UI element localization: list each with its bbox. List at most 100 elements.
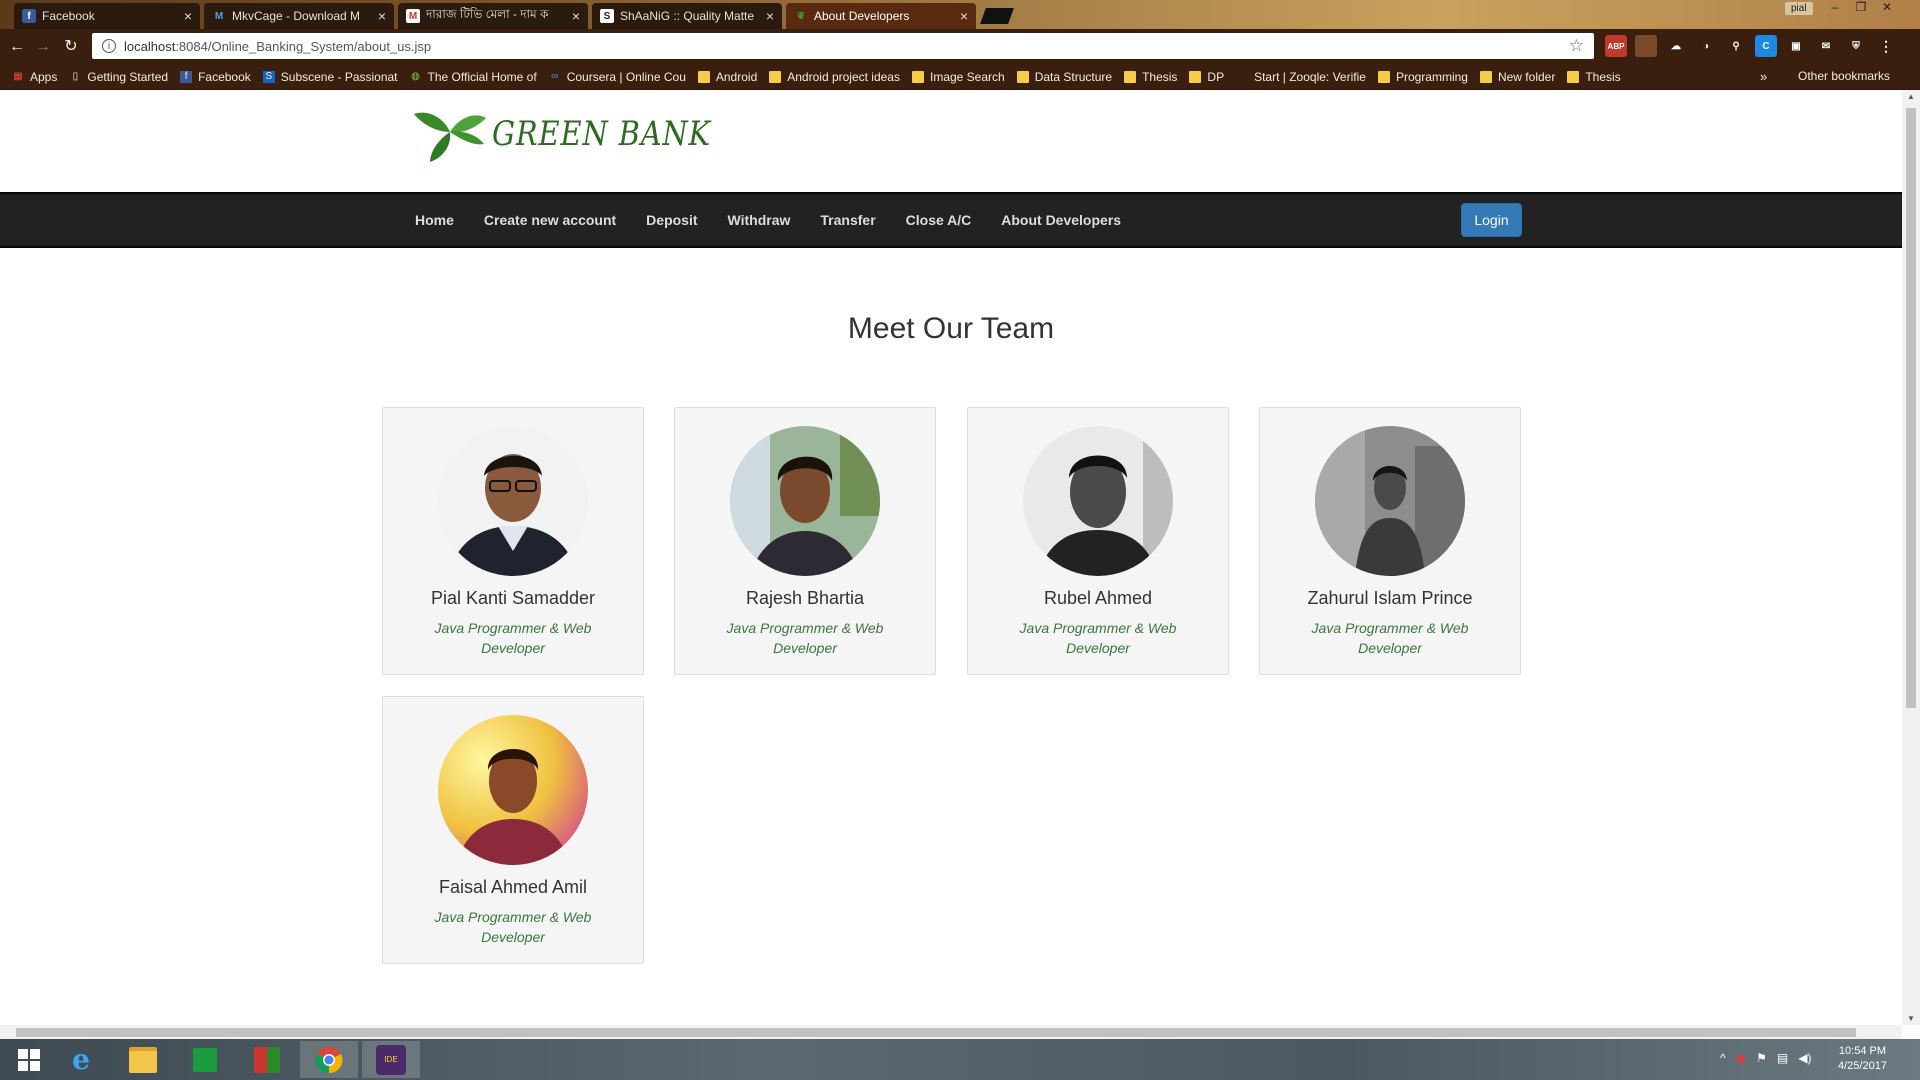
team-member-card: Zahurul Islam Prince Java Programmer & W… xyxy=(1259,407,1521,675)
zooqle-icon xyxy=(1236,71,1248,83)
nav-withdraw[interactable]: Withdraw xyxy=(713,212,806,228)
close-tab-icon[interactable]: × xyxy=(766,8,774,24)
menu-icon[interactable]: ⋮ xyxy=(1875,35,1897,57)
member-name: Faisal Ahmed Amil xyxy=(438,877,588,897)
forward-icon[interactable]: → xyxy=(32,36,54,58)
tab-title: About Developers xyxy=(814,9,910,23)
bookmark-star-icon[interactable]: ☆ xyxy=(1569,36,1584,56)
nav-links: Home Create new account Deposit Withdraw… xyxy=(400,194,1136,246)
bookmark-folder[interactable]: Android project ideas xyxy=(769,70,900,84)
address-bar[interactable]: i localhost:8084/Online_Banking_System/a… xyxy=(92,33,1594,59)
member-avatar xyxy=(1315,426,1465,576)
bookmark-folder[interactable]: Image Search xyxy=(911,70,1005,84)
mail-extension-icon[interactable]: ✉ xyxy=(1815,35,1837,57)
bookmark-folder[interactable]: Android xyxy=(697,70,757,84)
chrome-icon[interactable] xyxy=(300,1041,358,1078)
profile-button[interactable]: pial xyxy=(1785,2,1813,15)
nav-create-account[interactable]: Create new account xyxy=(469,212,631,228)
nav-close-account[interactable]: Close A/C xyxy=(891,212,987,228)
app-icon[interactable] xyxy=(238,1041,296,1078)
store-icon[interactable] xyxy=(176,1041,234,1078)
search-extension-icon[interactable]: ⚲ xyxy=(1725,35,1747,57)
clock-date: 4/25/2017 xyxy=(1838,1060,1887,1072)
extension-icon[interactable]: ◑ xyxy=(1695,35,1717,57)
nav-home[interactable]: Home xyxy=(400,212,469,228)
volume-icon[interactable]: ◀) xyxy=(1798,1051,1811,1065)
bookmark-folder[interactable]: Thesis xyxy=(1567,70,1621,84)
folder-icon xyxy=(769,71,782,83)
antivirus-icon[interactable]: ◉ xyxy=(1736,1051,1746,1065)
tab-title: MkvCage - Download M xyxy=(232,9,361,23)
leaf-logo-icon xyxy=(414,112,486,162)
folder-icon xyxy=(1016,71,1029,83)
tab-facebook[interactable]: f Facebook × xyxy=(14,3,200,29)
new-tab-button[interactable] xyxy=(980,8,1014,24)
tab-title: দারাজ টিভি মেলা - দাম ক xyxy=(426,7,549,21)
nav-deposit[interactable]: Deposit xyxy=(631,212,712,228)
login-button[interactable]: Login xyxy=(1461,203,1522,237)
cloud-extension-icon[interactable]: ☁ xyxy=(1665,35,1687,57)
horizontal-scrollbar[interactable] xyxy=(0,1025,1902,1039)
windows-taskbar: e IDE ^ ◉ ⚑ ▤ ◀) 10:54 PM 4/25/2017 xyxy=(0,1039,1920,1080)
scroll-up-icon[interactable]: ▲ xyxy=(1907,92,1915,101)
show-hidden-icons[interactable]: ^ xyxy=(1720,1051,1726,1065)
close-tab-icon[interactable]: × xyxy=(572,8,580,24)
bookmark-folder[interactable]: Data Structure xyxy=(1016,70,1112,84)
bookmark-folder[interactable]: New folder xyxy=(1479,70,1555,84)
nav-transfer[interactable]: Transfer xyxy=(805,212,890,228)
info-icon[interactable]: i xyxy=(102,39,116,53)
browser-tab-strip: f Facebook × M MkvCage - Download M × M … xyxy=(0,0,1920,29)
facebook-icon: f xyxy=(22,9,36,23)
java-ee-ide-icon[interactable]: IDE xyxy=(362,1041,420,1078)
nav-about-developers[interactable]: About Developers xyxy=(986,212,1136,228)
window-controls: – ❐ ✕ xyxy=(1822,0,1900,18)
scrollbar-thumb[interactable] xyxy=(1906,108,1916,708)
member-avatar xyxy=(1023,426,1173,576)
adblock-extension-icon[interactable]: ABP xyxy=(1605,35,1627,57)
bookmark-item[interactable]: ▯ Getting Started xyxy=(69,70,168,84)
flag-icon[interactable]: ⚑ xyxy=(1756,1051,1767,1065)
close-tab-icon[interactable]: × xyxy=(184,8,192,24)
site-icon: ◍ xyxy=(411,71,420,82)
tab-mkvcage[interactable]: M MkvCage - Download M × xyxy=(204,3,394,29)
other-bookmarks[interactable]: Other bookmarks xyxy=(1792,69,1890,83)
member-avatar xyxy=(438,426,588,576)
extension-icon[interactable]: ▣ xyxy=(1785,35,1807,57)
bookmark-item[interactable]: S Subscene - Passionat xyxy=(262,70,398,84)
bookmark-item[interactable]: Start | Zooqle: Verifie xyxy=(1236,70,1366,84)
reload-icon[interactable]: ↻ xyxy=(60,36,82,58)
start-button[interactable] xyxy=(0,1041,58,1078)
tab-about-developers[interactable]: ❦ About Developers × xyxy=(786,3,976,29)
site-logo[interactable]: GREEN BANK xyxy=(412,106,750,162)
minimize-icon[interactable]: – xyxy=(1822,0,1848,18)
scroll-down-icon[interactable]: ▼ xyxy=(1907,1014,1915,1023)
windows-logo-icon xyxy=(18,1048,40,1071)
folder-icon xyxy=(1124,71,1137,83)
close-tab-icon[interactable]: × xyxy=(378,8,386,24)
taskbar-clock[interactable]: 10:54 PM 4/25/2017 xyxy=(1838,1044,1887,1074)
tab-shaanig[interactable]: S ShAaNiG :: Quality Matte × xyxy=(592,3,782,29)
bookmark-folder[interactable]: DP xyxy=(1189,70,1224,84)
restore-icon[interactable]: ❐ xyxy=(1848,0,1874,18)
bookmark-apps[interactable]: ▦ Apps xyxy=(12,70,57,84)
file-explorer-icon[interactable] xyxy=(114,1041,172,1078)
extension-icon[interactable] xyxy=(1635,35,1657,57)
internet-explorer-icon[interactable]: e xyxy=(52,1041,110,1078)
network-icon[interactable]: ▤ xyxy=(1777,1051,1788,1065)
bookmark-item[interactable]: f Facebook xyxy=(180,70,251,84)
bookmark-item[interactable]: ◍ The Official Home of xyxy=(410,70,537,84)
extension-icon[interactable]: C xyxy=(1755,35,1777,57)
bookmark-folder[interactable]: Programming xyxy=(1377,70,1468,84)
browser-toolbar: ← → ↻ i localhost:8084/Online_Banking_Sy… xyxy=(0,29,1920,65)
bookmarks-bar: ▦ Apps ▯ Getting Started f Facebook S Subsce… xyxy=(0,65,1920,90)
vertical-scrollbar[interactable]: ▲ ▼ xyxy=(1902,90,1920,1025)
close-tab-icon[interactable]: × xyxy=(960,8,968,24)
scrollbar-thumb[interactable] xyxy=(16,1028,1856,1037)
tab-daraz[interactable]: M দারাজ টিভি মেলা - দাম ক × xyxy=(398,3,588,29)
back-icon[interactable]: ← xyxy=(6,36,28,58)
bookmark-item[interactable]: ∞ Coursera | Online Cou xyxy=(549,70,686,84)
bookmark-folder[interactable]: Thesis xyxy=(1124,70,1177,84)
more-bookmarks-icon[interactable]: » xyxy=(1760,69,1767,84)
shield-extension-icon[interactable]: ⛨ xyxy=(1845,35,1867,57)
close-window-icon[interactable]: ✕ xyxy=(1874,0,1900,18)
